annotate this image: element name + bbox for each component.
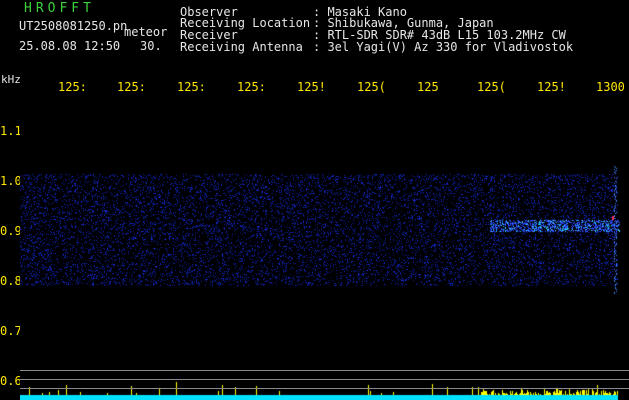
y-tick: 0.6 bbox=[0, 374, 22, 388]
spectrogram-plot bbox=[20, 98, 629, 400]
y-tick: 0.7 bbox=[0, 324, 22, 338]
x-tick: 125! bbox=[537, 80, 566, 94]
x-tick: 125: bbox=[177, 80, 206, 94]
x-tick: 125( bbox=[357, 80, 386, 94]
y-tick: 0.8 bbox=[0, 274, 22, 288]
y-tick: 1.1 bbox=[0, 124, 22, 138]
x-tick: 125! bbox=[297, 80, 326, 94]
grid-line bbox=[20, 379, 629, 380]
x-tick: 125: bbox=[237, 80, 266, 94]
x-tick: 125( bbox=[477, 80, 506, 94]
y-tick: 1.0 bbox=[0, 174, 22, 188]
antenna-value: : 3el Yagi(V) Az 330 for Vladivostok bbox=[313, 40, 574, 54]
antenna-label: Receiving Antenna bbox=[180, 40, 303, 54]
y-unit-label: kHz bbox=[1, 73, 21, 86]
y-tick: 0.9 bbox=[0, 224, 22, 238]
file-name: UT2508081250.pn bbox=[19, 19, 128, 33]
grid-line bbox=[20, 370, 629, 371]
app-title: HROFFT bbox=[24, 1, 95, 16]
x-tick: 125: bbox=[117, 80, 146, 94]
x-tick: 125: bbox=[58, 80, 87, 94]
mode-label: meteor bbox=[124, 25, 168, 39]
duration: 30. bbox=[140, 39, 162, 53]
datetime: 25.08.08 12:50 bbox=[19, 39, 121, 53]
x-tick: 125 bbox=[417, 80, 439, 94]
grid-line bbox=[20, 388, 629, 389]
x-tick: 1300 bbox=[596, 80, 625, 94]
